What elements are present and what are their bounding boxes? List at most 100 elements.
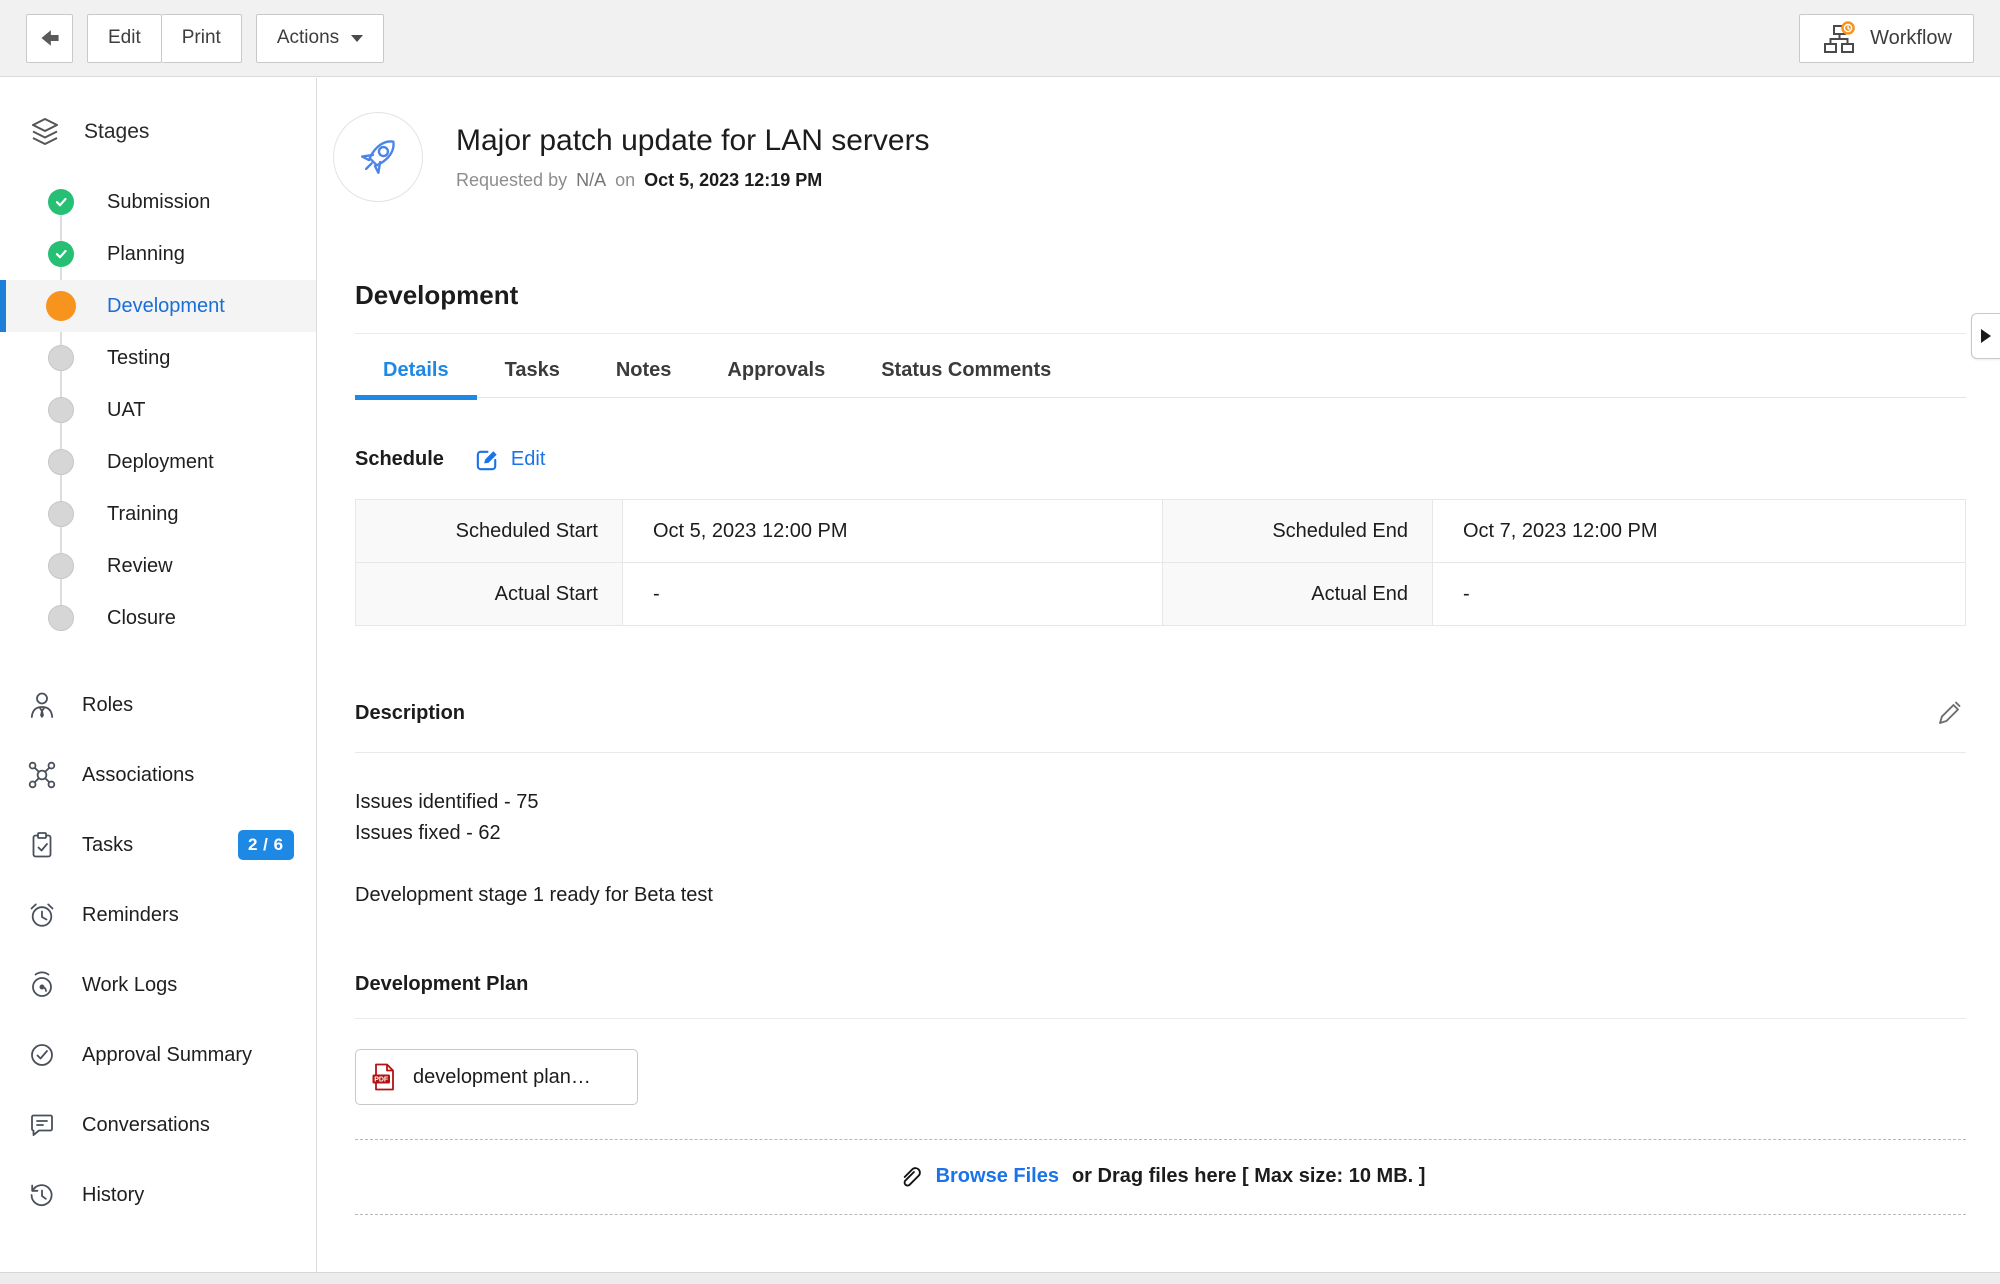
top-toolbar: Edit Print Actions Workflow — [0, 0, 2000, 77]
sidebar-item-label: Roles — [82, 694, 133, 717]
sidebar-item-label: Tasks — [82, 834, 133, 857]
sidebar-item-work-logs[interactable]: Work Logs — [0, 950, 316, 1020]
stage-item-deployment[interactable]: Deployment — [0, 436, 316, 488]
sidebar-nav: Roles Associations Tasks — [0, 670, 316, 1230]
avatar — [333, 112, 423, 202]
print-button-label: Print — [182, 27, 221, 49]
sidebar-item-reminders[interactable]: Reminders — [0, 880, 316, 950]
actions-label: Actions — [277, 27, 339, 49]
development-plan-heading: Development Plan — [355, 973, 1966, 996]
stage-item-development[interactable]: Development — [0, 280, 316, 332]
tab-tasks[interactable]: Tasks — [477, 346, 588, 397]
sidebar-item-approval-summary[interactable]: Approval Summary — [0, 1020, 316, 1090]
sidebar-item-label: Conversations — [82, 1114, 210, 1137]
sidebar-item-tasks[interactable]: Tasks 2 / 6 — [0, 810, 316, 880]
attachment-chip[interactable]: PDF development plan… — [355, 1049, 638, 1105]
back-arrow-icon — [38, 26, 62, 50]
print-button[interactable]: Print — [162, 14, 242, 63]
conversations-icon — [27, 1110, 57, 1140]
panel-expand-tab[interactable] — [1971, 313, 2000, 359]
requester-value: N/A — [576, 170, 606, 191]
workflow-button[interactable]: Workflow — [1799, 14, 1974, 63]
stage-list: Submission Planning Development Testing … — [0, 176, 316, 644]
schedule-header: Schedule Edit — [355, 446, 1966, 473]
stage-label: Deployment — [107, 451, 214, 474]
sidebar-item-associations[interactable]: Associations — [0, 740, 316, 810]
stage-pending-dot — [48, 397, 74, 423]
edit-button-label: Edit — [108, 27, 141, 49]
description-line: Issues fixed - 62 — [355, 818, 1966, 849]
sidebar-item-label: Approval Summary — [82, 1044, 252, 1067]
main-panel: Major patch update for LAN servers Reque… — [318, 77, 2000, 1272]
stage-label: Review — [107, 555, 173, 578]
stage-item-testing[interactable]: Testing — [0, 332, 316, 384]
description-line: Development stage 1 ready for Beta test — [355, 880, 1966, 911]
stage-pending-dot — [48, 449, 74, 475]
drag-files-hint: or Drag files here [ Max size: 10 MB. ] — [1072, 1165, 1425, 1188]
tasks-count-badge: 2 / 6 — [238, 830, 294, 860]
description-line: Issues identified - 75 — [355, 787, 1966, 818]
stage-pending-dot — [48, 605, 74, 631]
schedule-table: Scheduled Start Oct 5, 2023 12:00 PM Sch… — [355, 499, 1966, 626]
scheduled-start-value: Oct 5, 2023 12:00 PM — [623, 500, 1163, 563]
page-title: Major patch update for LAN servers — [456, 124, 930, 158]
tab-status-comments[interactable]: Status Comments — [853, 346, 1079, 397]
stage-item-closure[interactable]: Closure — [0, 592, 316, 644]
entity-header: Major patch update for LAN servers Reque… — [318, 77, 2000, 202]
scheduled-end-label: Scheduled End — [1163, 500, 1433, 563]
schedule-edit-button[interactable]: Edit — [474, 446, 545, 473]
stage-item-review[interactable]: Review — [0, 540, 316, 592]
stage-tabs: Details Tasks Notes Approvals Status Com… — [355, 346, 1966, 398]
sidebar-item-label: Associations — [82, 764, 194, 787]
sidebar-item-history[interactable]: History — [0, 1160, 316, 1230]
actual-start-label: Actual Start — [356, 563, 623, 626]
tab-details[interactable]: Details — [355, 346, 477, 397]
edit-print-group: Edit Print — [87, 14, 242, 63]
sidebar-item-roles[interactable]: Roles — [0, 670, 316, 740]
table-row: Actual Start - Actual End - — [356, 563, 1966, 626]
description-heading: Description — [355, 702, 465, 725]
workflow-label: Workflow — [1870, 27, 1952, 50]
workflow-icon — [1821, 20, 1857, 56]
stage-item-planning[interactable]: Planning — [0, 228, 316, 280]
roles-icon — [27, 690, 57, 720]
actions-dropdown[interactable]: Actions — [256, 14, 384, 63]
browse-files-link[interactable]: Browse Files — [936, 1165, 1059, 1188]
sidebar-item-conversations[interactable]: Conversations — [0, 1090, 316, 1160]
description-edit-button[interactable] — [1932, 696, 1966, 730]
sidebar-item-label: Reminders — [82, 904, 179, 927]
approval-summary-icon — [27, 1040, 57, 1070]
actual-start-value: - — [623, 563, 1163, 626]
sidebar: Stages Submission Planning Development T… — [0, 78, 317, 1272]
stage-label: Closure — [107, 607, 176, 630]
stage-label: Training — [107, 503, 179, 526]
sidebar-item-label: Work Logs — [82, 974, 177, 997]
work-logs-icon — [27, 970, 57, 1000]
stage-item-training[interactable]: Training — [0, 488, 316, 540]
attachment-file-label: development plan… — [413, 1066, 591, 1089]
stage-label: Planning — [107, 243, 185, 266]
actual-end-label: Actual End — [1163, 563, 1433, 626]
title-block: Major patch update for LAN servers Reque… — [456, 124, 930, 191]
tab-notes[interactable]: Notes — [588, 346, 700, 397]
paperclip-icon — [896, 1163, 923, 1190]
stage-label: UAT — [107, 399, 146, 422]
horizontal-scrollbar[interactable] — [0, 1272, 2000, 1284]
tasks-icon — [27, 830, 57, 860]
back-button[interactable] — [26, 14, 73, 63]
requested-date: Oct 5, 2023 12:19 PM — [644, 170, 822, 191]
edit-button[interactable]: Edit — [87, 14, 162, 63]
tab-approvals[interactable]: Approvals — [699, 346, 853, 397]
pdf-file-icon: PDF — [370, 1062, 398, 1092]
stage-section-title: Development — [355, 280, 1966, 311]
expand-right-icon — [1981, 329, 1991, 343]
rocket-icon — [350, 129, 406, 185]
requested-line: Requested by N/A on Oct 5, 2023 12:19 PM — [456, 170, 930, 191]
file-drop-zone[interactable]: Browse Files or Drag files here [ Max si… — [355, 1139, 1966, 1215]
stage-item-submission[interactable]: Submission — [0, 176, 316, 228]
stage-item-uat[interactable]: UAT — [0, 384, 316, 436]
stage-label: Development — [107, 295, 225, 318]
stage-label: Testing — [107, 347, 170, 370]
sidebar-item-label: History — [82, 1184, 144, 1207]
actual-end-value: - — [1433, 563, 1966, 626]
